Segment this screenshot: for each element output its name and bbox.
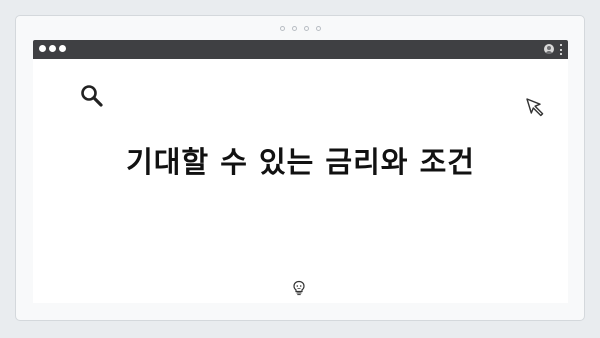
device-dot bbox=[315, 26, 321, 31]
window-close-button[interactable] bbox=[39, 45, 46, 52]
device-dot bbox=[303, 26, 309, 31]
cursor-icon bbox=[526, 98, 544, 117]
search-icon[interactable] bbox=[79, 83, 107, 111]
device-indicator-dots bbox=[16, 26, 584, 31]
window-maximize-button[interactable] bbox=[59, 45, 66, 52]
window-minimize-button[interactable] bbox=[49, 45, 56, 52]
device-dot bbox=[291, 26, 297, 31]
page-title: 기대할 수 있는 금리와 조건 bbox=[126, 145, 475, 179]
browser-title-bar bbox=[33, 40, 568, 59]
menu-icon[interactable] bbox=[560, 44, 562, 55]
window-controls bbox=[39, 45, 66, 52]
lightbulb-icon bbox=[293, 280, 305, 296]
page-background: 기대할 수 있는 금리와 조건 bbox=[0, 0, 600, 338]
browser-content: 기대할 수 있는 금리와 조건 bbox=[33, 59, 568, 303]
device-dot bbox=[279, 26, 285, 31]
profile-icon[interactable] bbox=[544, 44, 554, 54]
